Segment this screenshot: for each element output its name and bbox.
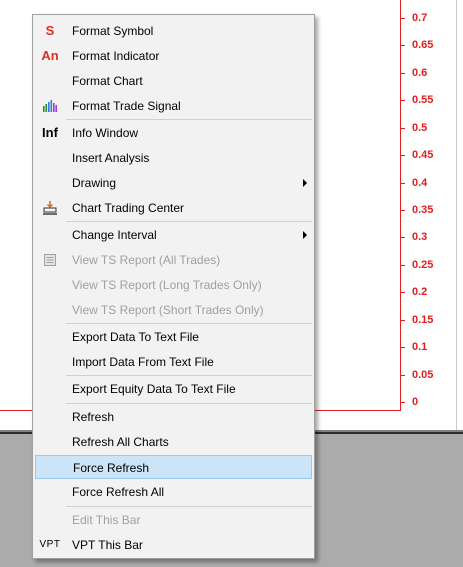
- menu-separator: [66, 221, 312, 222]
- menu-item-label: Export Data To Text File: [72, 330, 199, 344]
- menu-item-format-trade-signal[interactable]: Format Trade Signal: [35, 94, 312, 118]
- price-axis-label: 0.55: [412, 94, 434, 106]
- price-axis-label: 0.5: [412, 122, 428, 134]
- price-axis-tick: [400, 210, 405, 211]
- menu-item-format-symbol[interactable]: S Format Symbol: [35, 19, 312, 43]
- menu-item-label: Import Data From Text File: [72, 355, 214, 369]
- price-axis-tick: [400, 100, 405, 101]
- price-axis-label: 0.25: [412, 259, 434, 271]
- price-axis-tick: [400, 73, 405, 74]
- menu-item-label: Refresh: [72, 410, 115, 424]
- menu-item-drawing[interactable]: Drawing: [35, 171, 312, 195]
- menu-item-format-indicator[interactable]: An Format Indicator: [35, 44, 312, 68]
- menu-item-label: Format Indicator: [72, 49, 160, 63]
- submenu-arrow-icon: [303, 179, 307, 187]
- trade-signal-bars-icon: [39, 97, 61, 115]
- price-axis-tick: [400, 128, 405, 129]
- menu-item-label: Force Refresh All: [72, 485, 165, 499]
- price-axis-label: 0.45: [412, 149, 434, 161]
- price-axis-tick: [400, 18, 405, 19]
- price-axis-label: 0.1: [412, 341, 428, 353]
- menu-item-label: Refresh All Charts: [72, 435, 169, 449]
- price-axis-line: [400, 0, 401, 410]
- price-axis-label: 0.05: [412, 369, 434, 381]
- menu-separator: [66, 375, 312, 376]
- menu-item-refresh-all-charts[interactable]: Refresh All Charts: [35, 430, 312, 454]
- chart-context-menu: S Format Symbol An Format Indicator Format C…: [32, 14, 315, 559]
- menu-item-format-chart[interactable]: Format Chart: [35, 69, 312, 93]
- menu-item-vpt-this-bar[interactable]: VPT VPT This Bar: [35, 533, 312, 557]
- price-axis-label: 0.3: [412, 231, 428, 243]
- format-symbol-icon: S: [45, 23, 55, 38]
- menu-item-label: Info Window: [72, 126, 139, 140]
- menu-item-label: Change Interval: [72, 228, 157, 242]
- menu-item-label: View TS Report (Short Trades Only): [72, 303, 264, 317]
- menu-item-label: Chart Trading Center: [72, 201, 185, 215]
- menu-separator: [66, 506, 312, 507]
- price-axis-tick: [400, 320, 405, 321]
- menu-item-view-ts-report-all-trades: View TS Report (All Trades): [35, 248, 312, 272]
- menu-item-view-ts-report-short-trades-only: View TS Report (Short Trades Only): [35, 298, 312, 322]
- price-axis-tick: [400, 237, 405, 238]
- menu-item-label: Format Trade Signal: [72, 99, 181, 113]
- price-axis-tick: [400, 265, 405, 266]
- submenu-arrow-icon: [303, 231, 307, 239]
- price-axis-tick: [400, 402, 405, 403]
- menu-item-view-ts-report-long-trades-only: View TS Report (Long Trades Only): [35, 273, 312, 297]
- menu-item-label: Format Symbol: [72, 24, 154, 38]
- menu-separator: [66, 119, 312, 120]
- menu-item-force-refresh[interactable]: Force Refresh: [35, 455, 312, 479]
- price-axis-label: 0.35: [412, 204, 434, 216]
- vpt-icon: VPT: [39, 539, 61, 550]
- menu-separator: [66, 323, 312, 324]
- price-axis-label: 0.15: [412, 314, 434, 326]
- price-axis-tick: [400, 292, 405, 293]
- price-axis-label: 0.7: [412, 12, 428, 24]
- menu-item-export-equity-data-to-text-file[interactable]: Export Equity Data To Text File: [35, 377, 312, 401]
- menu-item-force-refresh-all[interactable]: Force Refresh All: [35, 480, 312, 504]
- menu-item-label: Format Chart: [72, 74, 143, 88]
- menu-item-chart-trading-center[interactable]: Chart Trading Center: [35, 196, 312, 220]
- price-axis-label: 0.6: [412, 67, 428, 79]
- price-axis-label: 0.4: [412, 177, 428, 189]
- menu-item-info-window[interactable]: Inf Info Window: [35, 121, 312, 145]
- format-indicator-icon: An: [41, 48, 59, 63]
- trading-center-icon: [39, 199, 61, 217]
- chart-window-border: [456, 0, 463, 432]
- menu-item-export-data-to-text-file[interactable]: Export Data To Text File: [35, 325, 312, 349]
- menu-item-import-data-from-text-file[interactable]: Import Data From Text File: [35, 350, 312, 374]
- price-axis-tick: [400, 375, 405, 376]
- menu-item-label: Edit This Bar: [72, 513, 141, 527]
- report-icon: [39, 251, 61, 269]
- price-axis-label: 0.65: [412, 39, 434, 51]
- menu-item-label: VPT This Bar: [72, 538, 143, 552]
- menu-item-refresh[interactable]: Refresh: [35, 405, 312, 429]
- menu-item-label: Force Refresh: [73, 461, 150, 475]
- info-window-icon: Inf: [42, 125, 58, 140]
- menu-item-label: Export Equity Data To Text File: [72, 382, 236, 396]
- price-axis-tick: [400, 183, 405, 184]
- price-axis-tick: [400, 347, 405, 348]
- menu-item-label: View TS Report (Long Trades Only): [72, 278, 262, 292]
- price-axis-tick: [400, 155, 405, 156]
- menu-item-change-interval[interactable]: Change Interval: [35, 223, 312, 247]
- menu-item-label: Insert Analysis: [72, 151, 150, 165]
- menu-item-label: Drawing: [72, 176, 117, 190]
- menu-separator: [66, 403, 312, 404]
- price-axis-label: 0.2: [412, 286, 428, 298]
- price-axis-label: 0: [412, 396, 419, 408]
- menu-item-insert-analysis[interactable]: Insert Analysis: [35, 146, 312, 170]
- price-axis-tick: [400, 45, 405, 46]
- menu-item-label: View TS Report (All Trades): [72, 253, 221, 267]
- menu-item-edit-this-bar: Edit This Bar: [35, 508, 312, 532]
